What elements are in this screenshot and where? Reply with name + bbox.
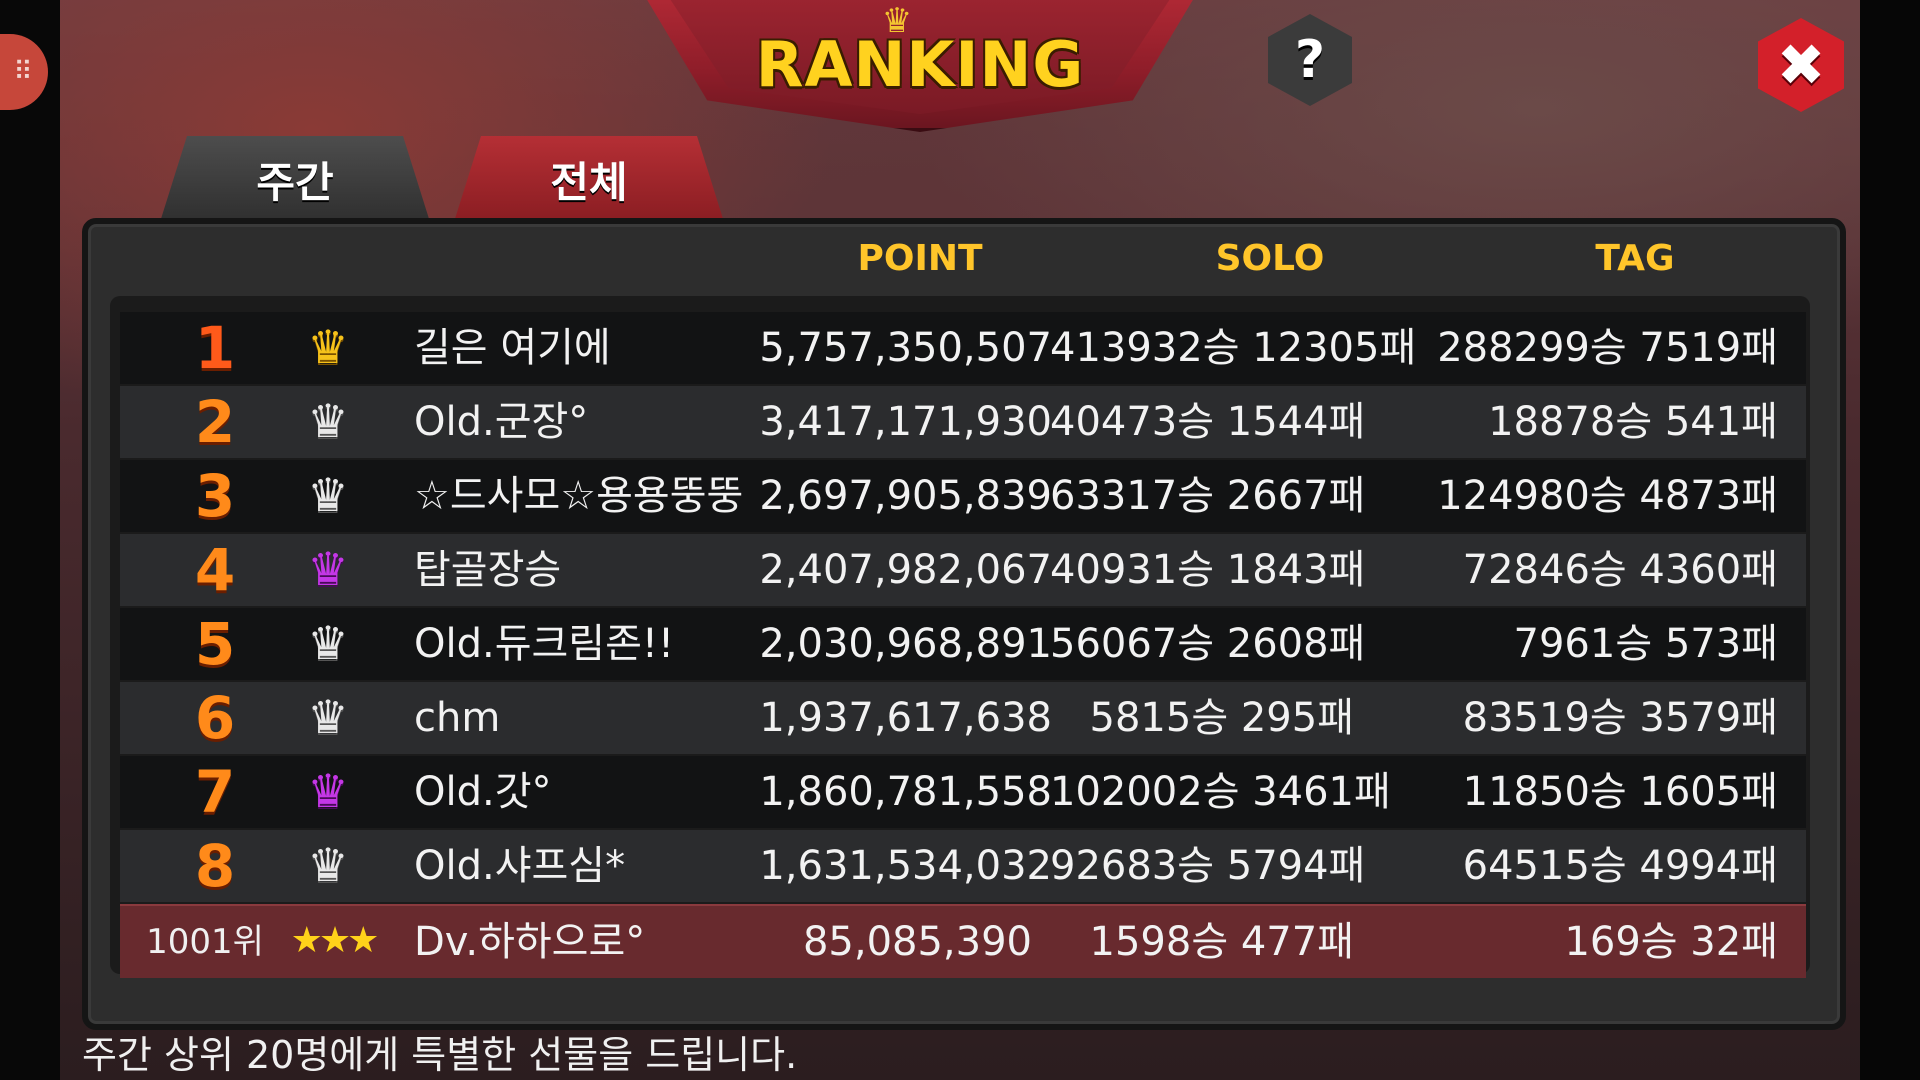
tab-total[interactable]: 전체 <box>454 136 724 222</box>
ranking-row[interactable]: 6 ♛ chm 1,937,617,638 5815승 295패 83519승 … <box>120 682 1806 754</box>
player-name: Old.듀크림존!! <box>414 621 674 667</box>
tab-total-label: 전체 <box>550 157 628 207</box>
my-tag-record: 169승 32패 <box>1564 919 1778 965</box>
reward-notice: 주간 상위 20명에게 특별한 선물을 드립니다. <box>82 1033 798 1077</box>
purple-crown-icon: ♛ <box>307 764 349 818</box>
silver-crown-icon: ♛ <box>307 468 349 522</box>
rank-number: 8 <box>194 832 236 900</box>
player-solo-record: 56067승 2608패 <box>1050 621 1366 667</box>
my-player-name: Dv.하하으로° <box>414 919 646 965</box>
tab-weekly-label: 주간 <box>256 157 334 207</box>
player-name: chm <box>414 695 501 741</box>
silver-crown-icon: ♛ <box>307 394 349 448</box>
player-name: Old.갓° <box>414 769 552 815</box>
player-point: 1,631,534,032 <box>759 843 1052 889</box>
player-point: 2,030,968,891 <box>759 621 1052 667</box>
player-point: 3,417,171,930 <box>759 399 1052 445</box>
ranking-row[interactable]: 7 ♛ Old.갓° 1,860,781,558 102002승 3461패 1… <box>120 756 1806 828</box>
player-tag-record: 288299승 7519패 <box>1437 325 1778 371</box>
player-point: 2,697,905,839 <box>759 473 1052 519</box>
player-tag-record: 7961승 573패 <box>1513 621 1778 667</box>
column-header-tag: TAG <box>1595 238 1675 279</box>
player-solo-record: 413932승 12305패 <box>1050 325 1417 371</box>
right-edge <box>1860 0 1920 1080</box>
player-solo-record: 40473승 1544패 <box>1050 399 1366 445</box>
player-name: Old.샤프심* <box>414 843 626 889</box>
rank-number: 6 <box>194 684 236 752</box>
ranking-row[interactable]: 3 ♛ ☆드사모☆용용뚱뚱 2,697,905,839 63317승 2667패… <box>120 460 1806 532</box>
player-solo-record: 92683승 5794패 <box>1050 843 1366 889</box>
player-tag-record: 64515승 4994패 <box>1462 843 1778 889</box>
left-edge <box>0 0 60 1080</box>
column-header-point: POINT <box>857 238 983 279</box>
rank-number: 3 <box>194 462 236 530</box>
player-solo-record: 102002승 3461패 <box>1050 769 1391 815</box>
rank-number: 5 <box>194 610 236 678</box>
player-solo-record: 40931승 1843패 <box>1050 547 1366 593</box>
my-rank: 1001위 <box>146 922 264 962</box>
player-solo-record: 5815승 295패 <box>1089 695 1354 741</box>
page-title: RANKING <box>755 28 1085 101</box>
player-tag-record: 11850승 1605패 <box>1462 769 1778 815</box>
my-solo-record: 1598승 477패 <box>1089 919 1354 965</box>
silver-crown-icon: ♛ <box>307 690 349 744</box>
player-tag-record: 18878승 541패 <box>1488 399 1778 445</box>
my-ranking-row[interactable]: 1001위 ★★★ Dv.하하으로° 85,085,390 1598승 477패… <box>120 904 1806 978</box>
tab-weekly[interactable]: 주간 <box>160 136 430 222</box>
gold-crown-icon: ♛ <box>307 320 349 374</box>
silver-crown-icon: ♛ <box>307 838 349 892</box>
player-tag-record: 83519승 3579패 <box>1462 695 1778 741</box>
rank-number: 2 <box>194 388 236 456</box>
ranking-row[interactable]: 2 ♛ Old.군장° 3,417,171,930 40473승 1544패 1… <box>120 386 1806 458</box>
player-point: 5,757,350,507 <box>759 325 1052 371</box>
player-point: 2,407,982,067 <box>759 547 1052 593</box>
player-tag-record: 72846승 4360패 <box>1462 547 1778 593</box>
question-icon: ? <box>1294 30 1326 90</box>
silver-crown-icon: ♛ <box>307 616 349 670</box>
ranking-row[interactable]: 5 ♛ Old.듀크림존!! 2,030,968,891 56067승 2608… <box>120 608 1806 680</box>
player-point: 1,937,617,638 <box>759 695 1052 741</box>
ranking-row[interactable]: 8 ♛ Old.샤프심* 1,631,534,032 92683승 5794패 … <box>120 830 1806 902</box>
ranking-row[interactable]: 1 ♛ 길은 여기에 5,757,350,507 413932승 12305패 … <box>120 312 1806 384</box>
my-point: 85,085,390 <box>802 919 1032 965</box>
column-header-solo: SOLO <box>1215 238 1325 279</box>
player-solo-record: 63317승 2667패 <box>1050 473 1366 519</box>
purple-crown-icon: ♛ <box>307 542 349 596</box>
grid-icon: ⠿ <box>13 57 33 87</box>
player-name: Old.군장° <box>414 399 589 445</box>
player-name: 길은 여기에 <box>414 325 611 371</box>
close-icon: ✖ <box>1776 31 1826 99</box>
rank-number: 4 <box>194 536 236 604</box>
player-point: 1,860,781,558 <box>759 769 1052 815</box>
rank-number: 1 <box>194 314 236 382</box>
rank-number: 7 <box>194 758 236 826</box>
ranking-row[interactable]: 4 ♛ 탑골장승 2,407,982,067 40931승 1843패 7284… <box>120 534 1806 606</box>
player-name: 탑골장승 <box>414 547 562 593</box>
player-tag-record: 124980승 4873패 <box>1437 473 1778 519</box>
three-stars-icon: ★★★ <box>290 920 380 961</box>
